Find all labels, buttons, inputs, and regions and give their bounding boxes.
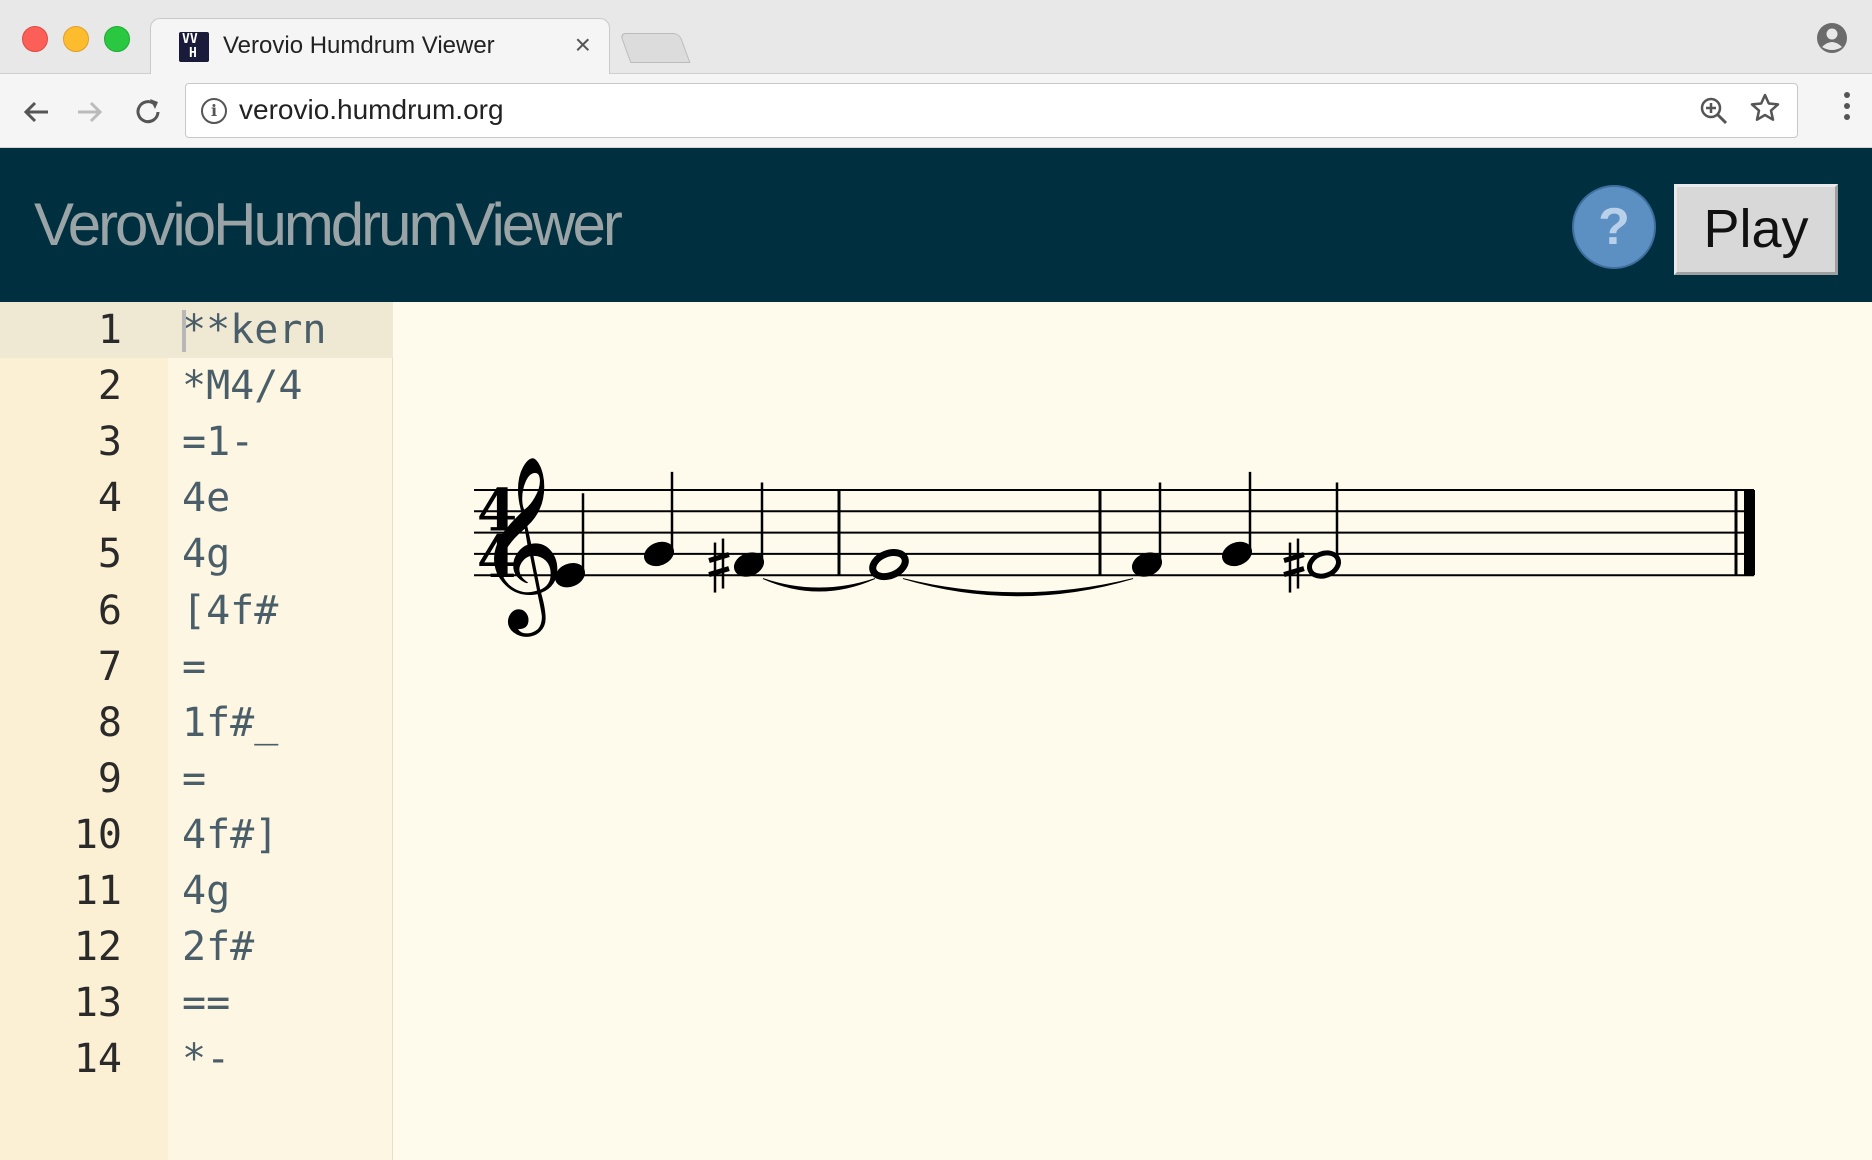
code-text[interactable]: ==	[182, 975, 230, 1031]
code-text[interactable]: [4f#	[182, 583, 278, 639]
music-notation: 𝄞44	[474, 455, 1755, 637]
code-text[interactable]: *M4/4	[182, 358, 302, 414]
account-icon[interactable]	[1816, 22, 1848, 54]
app-title: VerovioHumdrumViewer	[34, 191, 623, 258]
text-cursor	[182, 310, 186, 352]
editor-line[interactable]: 14 *-	[0, 1031, 393, 1087]
editor-line[interactable]: 8 1f#_	[0, 695, 393, 751]
tie	[762, 578, 876, 592]
play-button[interactable]: Play	[1674, 184, 1838, 275]
browser-tab-bar: VV H Verovio Humdrum Viewer ×	[0, 0, 1872, 75]
zoom-in-icon[interactable]	[1699, 96, 1729, 126]
line-number: 3	[97, 419, 122, 466]
browser-tab[interactable]: VV H Verovio Humdrum Viewer ×	[150, 18, 610, 75]
editor-line[interactable]: 3 =1-	[0, 414, 393, 470]
help-button[interactable]: ?	[1572, 185, 1656, 269]
arrow-right-icon[interactable]	[72, 94, 108, 130]
window-minimize-button[interactable]	[63, 26, 89, 52]
editor-line[interactable]: 11 4g	[0, 863, 393, 919]
tab-title: Verovio Humdrum Viewer	[223, 32, 495, 59]
line-number: 9	[97, 755, 122, 802]
score-panel[interactable]: 𝄞 4 4	[394, 302, 1872, 1160]
app-header: VerovioHumdrumViewer ? Play	[0, 148, 1872, 302]
line-number: 6	[97, 587, 122, 634]
tie	[902, 578, 1134, 597]
code-text[interactable]: 2f#	[182, 919, 254, 975]
star-icon[interactable]	[1749, 92, 1781, 124]
code-text[interactable]: 1f#_	[182, 695, 278, 751]
browser-toolbar: i verovio.humdrum.org	[0, 74, 1872, 148]
code-text[interactable]: =1-	[182, 414, 254, 470]
favicon-bottom-letter: H	[189, 46, 197, 61]
sharp-accidental-icon	[708, 566, 730, 577]
line-number: 13	[73, 980, 122, 1027]
code-text[interactable]: =	[182, 751, 206, 807]
line-number: 14	[73, 1036, 122, 1083]
sharp-accidental-icon	[1283, 552, 1305, 563]
line-number: 5	[97, 531, 122, 578]
code-text[interactable]: 4g	[182, 526, 230, 582]
code-text[interactable]: **kern	[182, 302, 327, 358]
editor-line[interactable]: 6 [4f#	[0, 583, 393, 639]
line-number: 11	[73, 868, 122, 914]
line-number: 1	[97, 307, 122, 353]
code-text[interactable]: 4g	[182, 863, 230, 919]
final-barline-thick	[1744, 490, 1755, 576]
url-text[interactable]: verovio.humdrum.org	[239, 94, 504, 126]
editor-line[interactable]: 4 4e	[0, 470, 393, 526]
tab-close-icon[interactable]: ×	[575, 29, 591, 61]
window-maximize-button[interactable]	[104, 26, 130, 52]
sharp-accidental-icon	[1283, 566, 1305, 577]
line-number: 7	[97, 643, 122, 690]
new-tab-button[interactable]	[619, 33, 691, 63]
line-number: 2	[97, 363, 122, 410]
code-text[interactable]: 4e	[182, 470, 230, 526]
more-vert-icon[interactable]	[1844, 92, 1852, 128]
humdrum-editor[interactable]: 1 **kern 2 *M4/4 3 =1- 4 4e 5 4g 6 [4f# 7 = 8 1f#_ 9 = 10 4…	[0, 302, 393, 1160]
window-close-button[interactable]	[22, 26, 48, 52]
line-number: 4	[97, 475, 122, 522]
editor-line[interactable]: 5 4g	[0, 526, 393, 582]
address-bar[interactable]: i verovio.humdrum.org	[185, 83, 1798, 138]
code-text[interactable]: 4f#]	[182, 807, 278, 863]
editor-line[interactable]: 2 *M4/4	[0, 358, 393, 414]
editor-line[interactable]: 10 4f#]	[0, 807, 393, 863]
editor-line[interactable]: 1 **kern	[0, 302, 393, 358]
code-text[interactable]: *-	[182, 1031, 230, 1087]
reload-icon[interactable]	[130, 94, 166, 130]
arrow-left-icon[interactable]	[18, 94, 54, 130]
editor-line[interactable]: 13 ==	[0, 975, 393, 1031]
info-icon[interactable]: i	[201, 98, 227, 124]
sharp-accidental-icon	[708, 552, 730, 563]
editor-line[interactable]: 9 =	[0, 751, 393, 807]
code-text[interactable]: =	[182, 639, 206, 695]
favicon-icon: VV H	[179, 32, 209, 62]
editor-line[interactable]: 12 2f#	[0, 919, 393, 975]
editor-line[interactable]: 7 =	[0, 639, 393, 695]
time-signature-bottom: 4	[477, 523, 517, 591]
line-number: 10	[73, 811, 122, 858]
favicon-top-letters: VV	[182, 32, 198, 47]
notation-group: 𝄞44	[476, 455, 1755, 637]
line-number: 8	[97, 699, 122, 746]
line-number: 12	[73, 924, 122, 971]
